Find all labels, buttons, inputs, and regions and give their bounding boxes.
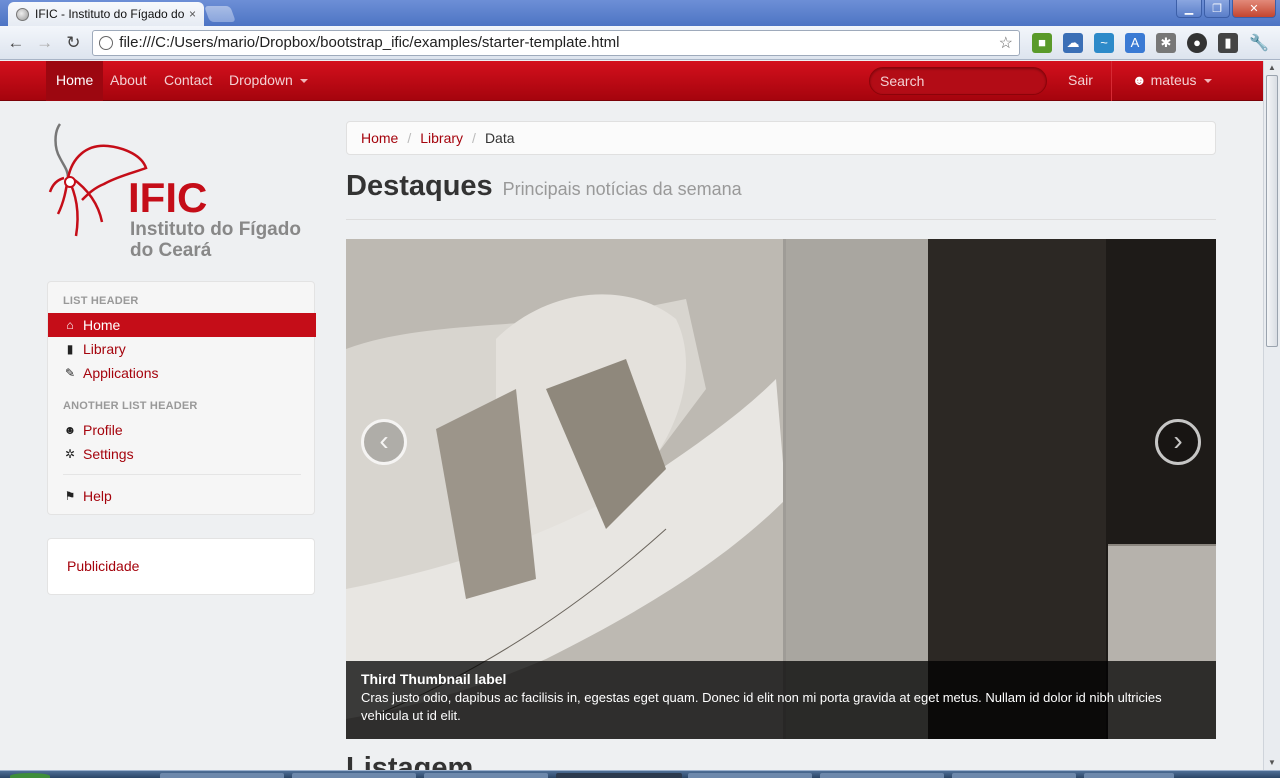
sidebar-item-settings[interactable]: ✲ Settings bbox=[48, 442, 316, 466]
back-icon[interactable]: ← bbox=[3, 30, 29, 56]
taskbar-button[interactable] bbox=[688, 773, 812, 778]
carousel: ‹ › Third Thumbnail label Cras justo odi… bbox=[346, 239, 1216, 739]
scroll-thumb[interactable] bbox=[1266, 75, 1278, 347]
start-button[interactable] bbox=[10, 773, 50, 778]
search-input[interactable]: Search bbox=[869, 67, 1047, 95]
nav-dropdown[interactable]: Dropdown bbox=[219, 61, 318, 101]
window-controls: ▁ ❐ ✕ bbox=[1174, 0, 1276, 18]
taskbar-button[interactable] bbox=[292, 773, 416, 778]
address-bar[interactable]: file:///C:/Users/mario/Dropbox/bootstrap… bbox=[92, 29, 1020, 56]
sidebar-item-label: Settings bbox=[83, 446, 134, 462]
bookmark-star-icon[interactable]: ☆ bbox=[999, 33, 1013, 53]
taskbar-button[interactable] bbox=[424, 773, 548, 778]
user-icon: ☻ bbox=[1132, 72, 1147, 88]
sidebar-item-library[interactable]: ▮ Library bbox=[48, 337, 316, 361]
ific-logo[interactable]: IFIC Instituto do Fígado do Ceará bbox=[46, 118, 316, 262]
nav-contact[interactable]: Contact bbox=[154, 61, 222, 101]
url-text: file:///C:/Users/mario/Dropbox/bootstrap… bbox=[119, 34, 620, 51]
logout-link[interactable]: Sair bbox=[1058, 61, 1103, 101]
ad-link[interactable]: Publicidade bbox=[67, 558, 139, 574]
forward-icon[interactable]: → bbox=[32, 30, 58, 56]
nav-divider bbox=[1111, 61, 1112, 101]
sidebar-item-profile[interactable]: ☻ Profile bbox=[48, 418, 316, 442]
cog-icon: ✲ bbox=[64, 447, 76, 461]
breadcrumb-home[interactable]: Home bbox=[361, 130, 398, 146]
list-header: LIST HEADER bbox=[63, 295, 139, 307]
vertical-scrollbar[interactable]: ▲ ▼ bbox=[1263, 61, 1280, 770]
carousel-caption: Third Thumbnail label Cras justo odio, d… bbox=[346, 661, 1216, 739]
list-header: ANOTHER LIST HEADER bbox=[63, 400, 198, 412]
taskbar-button[interactable] bbox=[820, 773, 944, 778]
reload-icon[interactable]: ↻ bbox=[61, 30, 87, 56]
caption-text: Cras justo odio, dapibus ac facilisis in… bbox=[361, 690, 1162, 723]
logo-line2: do Ceará bbox=[130, 240, 212, 261]
sidebar-item-label: Profile bbox=[83, 422, 123, 438]
page-title: Destaques bbox=[346, 170, 493, 202]
carousel-next-button[interactable]: › bbox=[1155, 419, 1201, 465]
logo-line1: Instituto do Fígado bbox=[130, 219, 301, 240]
minimize-icon[interactable]: ▁ bbox=[1176, 0, 1202, 18]
taskbar-button-active[interactable] bbox=[556, 773, 682, 778]
browser-tab[interactable]: IFIC - Instituto do Fígado do × bbox=[8, 2, 204, 26]
liver-figure-logo: IFIC Instituto do Fígado do Ceará bbox=[48, 123, 301, 261]
bug-extension-icon[interactable]: ✱ bbox=[1156, 32, 1176, 53]
book-icon: ▮ bbox=[66, 342, 74, 356]
sidebar-item-help[interactable]: ⚑ Help bbox=[48, 484, 316, 508]
taskbar-button[interactable] bbox=[952, 773, 1076, 778]
nav-about[interactable]: About bbox=[100, 61, 157, 101]
phone-extension-icon[interactable]: ▮ bbox=[1218, 32, 1238, 53]
page-icon bbox=[99, 35, 114, 50]
site-navbar: Home About Contact Dropdown Search Sair … bbox=[0, 61, 1263, 101]
wave-extension-icon[interactable]: ~ bbox=[1094, 32, 1114, 53]
extensions-bar: ■ ☁ ~ A ✱ ● ▮ 🔧 bbox=[1032, 32, 1280, 53]
sidebar-item-label: Help bbox=[83, 488, 112, 504]
user-name: mateus bbox=[1150, 72, 1197, 88]
flag-icon: ⚑ bbox=[64, 489, 76, 503]
tab-title: IFIC - Instituto do Fígado do bbox=[35, 7, 185, 21]
sidebar-item-applications[interactable]: ✎ Applications bbox=[48, 361, 316, 385]
wrench-icon[interactable]: 🔧 bbox=[1249, 33, 1269, 53]
user-menu[interactable]: ☻ mateus bbox=[1122, 61, 1222, 101]
breadcrumb: Home / Library / Data bbox=[346, 121, 1216, 155]
browser-toolbar: ← → ↻ file:///C:/Users/mario/Dropbox/boo… bbox=[0, 26, 1280, 60]
caption-title: Third Thumbnail label bbox=[361, 671, 507, 687]
sidebar-item-label: Home bbox=[83, 317, 121, 333]
home-icon: ⌂ bbox=[66, 318, 74, 332]
caret-down-icon bbox=[1203, 79, 1212, 84]
breadcrumb-separator: / bbox=[407, 130, 412, 146]
taskbar-button[interactable] bbox=[160, 773, 284, 778]
windows-taskbar bbox=[0, 770, 1280, 778]
browser-tabstrip: IFIC - Instituto do Fígado do × ▁ ❐ ✕ bbox=[0, 0, 1280, 26]
sidebar-nav: LIST HEADER ⌂ Home ▮ Library ✎ Applicati… bbox=[47, 281, 316, 515]
sidebar-item-home[interactable]: ⌂ Home bbox=[48, 313, 316, 337]
caret-down-icon bbox=[299, 79, 308, 84]
scroll-up-icon[interactable]: ▲ bbox=[1266, 63, 1278, 73]
breadcrumb-separator: / bbox=[472, 130, 476, 146]
page-subtitle: Principais notícias da semana bbox=[502, 179, 742, 199]
new-tab-button[interactable] bbox=[204, 6, 236, 22]
nav-home[interactable]: Home bbox=[46, 61, 104, 101]
user-icon: ☻ bbox=[63, 423, 77, 437]
dark-extension-icon[interactable]: ● bbox=[1187, 32, 1207, 53]
scroll-down-icon[interactable]: ▼ bbox=[1266, 758, 1278, 768]
taskbar-button[interactable] bbox=[1084, 773, 1174, 778]
tab-close-icon[interactable]: × bbox=[189, 7, 196, 21]
divider bbox=[63, 474, 301, 475]
nav-dropdown-label: Dropdown bbox=[229, 72, 293, 88]
sidebar-item-label: Applications bbox=[83, 365, 159, 381]
restore-icon[interactable]: ❐ bbox=[1204, 0, 1230, 18]
cloud-extension-icon[interactable]: ☁ bbox=[1063, 32, 1083, 53]
close-window-icon[interactable]: ✕ bbox=[1232, 0, 1276, 18]
page-header: Destaques Principais notícias da semana bbox=[346, 170, 1216, 220]
breadcrumb-library[interactable]: Library bbox=[420, 130, 463, 146]
carousel-prev-button[interactable]: ‹ bbox=[361, 419, 407, 465]
globe-icon bbox=[16, 7, 29, 21]
translate-extension-icon[interactable]: A bbox=[1125, 32, 1145, 53]
pencil-icon: ✎ bbox=[64, 366, 76, 380]
extension-icon[interactable]: ■ bbox=[1032, 32, 1052, 53]
ad-box: Publicidade bbox=[47, 538, 315, 595]
sidebar-item-label: Library bbox=[83, 341, 126, 357]
breadcrumb-current: Data bbox=[484, 130, 515, 146]
logo-brand: IFIC bbox=[128, 174, 207, 221]
